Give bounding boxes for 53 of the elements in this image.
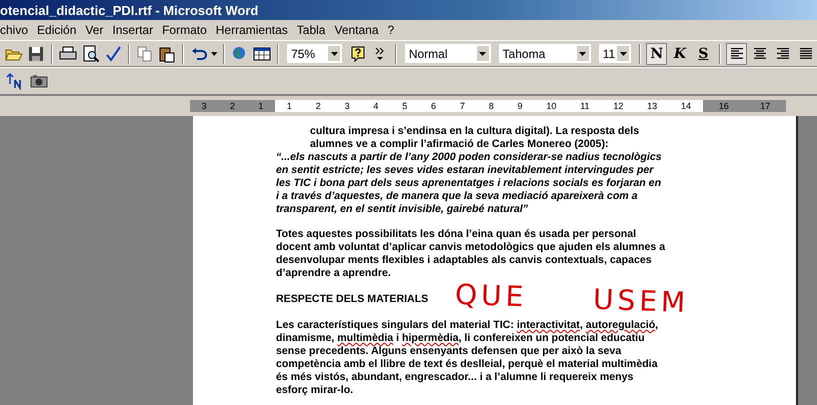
ruler-number: 12 [613,100,624,112]
print-preview-icon[interactable] [80,42,101,64]
ruler-number: 8 [488,100,494,112]
caret-icon [211,52,218,56]
handwritten-annotation: QUE USEM [454,280,690,318]
italic-button[interactable]: K [669,42,691,64]
caret-icon [620,52,627,56]
ruler-number: 9 [518,100,523,112]
caret-icon [479,52,486,56]
ruler-number: 2 [230,100,235,112]
align-justify-icon [799,48,814,60]
ruler-number: 6 [431,100,436,112]
ruler-number: 17 [760,100,770,112]
paragraph: Les característiques singulars del material TIC: interactivitat, autoregulació, dinamisme, multimèdia i hipermèdia, li confereixen un potencial educatiu sense precedents. Alguns ensenyants defensen que per això la seva competència amb el llibre de text és deslleial, perquè el material multimèdia és més vistós, abundant, engrescador... i a l’alumne li requereix menys esforç mirar-lo. [276,319,658,397]
ruler-number: 13 [647,100,658,112]
menu-item[interactable]: Formato [159,23,213,37]
ruler-number: 7 [460,100,465,112]
align-left-icon [730,48,744,60]
ruler-number: 4 [373,100,378,112]
font-size-dropdown[interactable]: 11 [598,44,632,63]
ruler-number: 14 [681,100,692,112]
menu-item[interactable]: ? [384,23,400,37]
font-dropdown[interactable]: Tahoma [498,44,591,63]
paragraph: cultura impresa i s’endinsa en la cultura digital). La resposta dels alumnes ve a complir l’afirmació de Carles Monereo (2005): [310,125,640,151]
zoom-dropdown[interactable]: 75% [287,44,342,63]
ruler-number: 3 [202,100,207,112]
ruler-number: 1 [258,100,264,112]
align-center-icon [752,48,767,60]
caret-icon [579,52,586,56]
quote-paragraph: “...els nascuts a partir de l’any 2000 poden considerar-se nadius tecnològics en sentit estricte; les seves vides estaran inevitablement intervingudes per les TIC i bona part dels seus aprenentatges i relacions socials es forjaran en i a través d’aquestes, de manera que la seva mediació apareixerà com a transparent, en el sentit invisible, gairebé natural” [276,151,662,216]
menu-item[interactable]: Herramientas [212,23,294,37]
menu-item[interactable]: Ventana [331,23,385,37]
style-dropdown[interactable]: Normal [404,44,491,63]
window-title: otencial_didactic_PDI.rtf - Microsoft Word [0,2,258,18]
menu-item[interactable]: Insertar [109,23,160,37]
underline-button[interactable]: S [692,42,714,64]
ruler-number: 3 [344,100,350,112]
ruler-number: 16 [718,100,729,112]
menu-item[interactable]: chivo [0,23,34,37]
section-heading: RESPECTE DELS MATERIALS [276,293,428,306]
align-left-button[interactable] [726,42,748,64]
ruler-number: 10 [546,100,556,112]
ruler-number: 5 [402,100,408,112]
menu-item[interactable]: Edición [34,23,82,37]
paragraph: Totes aquestes possibilitats les dóna l’eina quan és usada per personal docent amb voluntat d’aplicar canvis metodològics que ajuden els alumnes a desenvolupar ments flexibles i adaptables als canvis contextuals, capaces d’aprendre a aprendre. [276,228,666,280]
ruler-number: 2 [316,100,321,112]
ruler-number: 1 [286,100,292,112]
bold-button[interactable]: N [646,42,668,64]
ruler-number: 11 [580,100,590,112]
menu-item[interactable]: Ver [82,23,110,37]
align-right-icon [776,48,790,60]
caret-icon [330,52,338,56]
menu-item[interactable]: Tabla [294,23,332,37]
